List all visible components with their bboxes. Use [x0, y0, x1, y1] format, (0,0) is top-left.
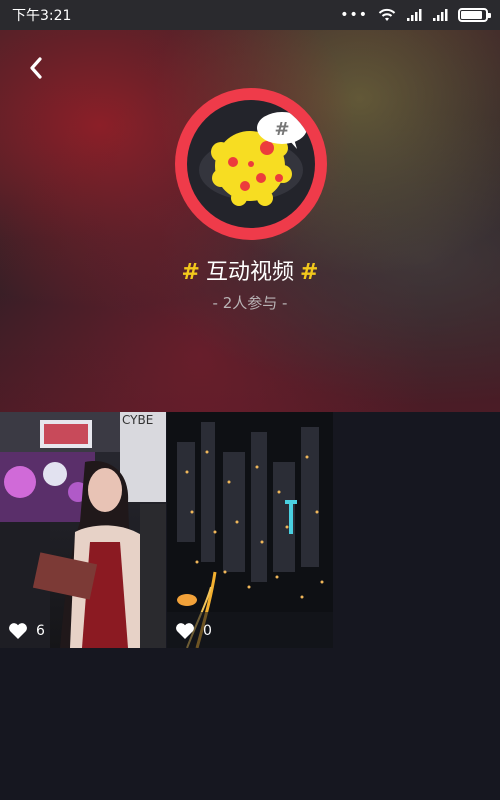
heart-icon [176, 623, 194, 639]
more-dots: ••• [340, 7, 368, 23]
back-button[interactable] [18, 50, 54, 86]
svg-text:CYBE: CYBE [122, 413, 153, 427]
like-counter: 6 [8, 622, 45, 640]
video-tile[interactable]: 0 [167, 412, 333, 648]
like-counter: 0 [175, 622, 212, 640]
heart-icon [9, 623, 27, 639]
video-grid: CYBE 6 0 [0, 412, 333, 648]
hash-left: # [181, 260, 200, 285]
wifi-icon [378, 8, 396, 22]
video-thumbnail: CYBE [0, 412, 166, 648]
topic-header: # # 互动视频 # - 2人参与 - [0, 30, 500, 412]
like-count: 6 [36, 623, 45, 639]
signal-icon [432, 8, 448, 22]
topic-title: # 互动视频 # [0, 254, 500, 286]
signal-icon [406, 8, 422, 22]
video-thumbnail [167, 412, 333, 648]
like-count: 0 [203, 623, 212, 639]
hash-right: # [300, 260, 319, 285]
svg-text:#: # [274, 119, 289, 140]
video-tile[interactable]: CYBE 6 [0, 412, 166, 648]
avatar-inner: # [187, 100, 315, 228]
participant-count: - 2人参与 - [212, 294, 288, 312]
hashtag-bubble-icon: # [257, 112, 307, 149]
status-time: 下午3:21 [12, 8, 72, 24]
avatar-ring: # [175, 88, 327, 240]
back-chevron-icon [30, 57, 42, 79]
status-icons: ••• [340, 7, 491, 23]
battery-icon [458, 8, 491, 22]
topic-name: 互动视频 [205, 260, 294, 285]
status-bar: 下午3:21 ••• [0, 0, 500, 30]
topic-avatar: # [175, 88, 327, 240]
topic-screen: 下午3:21 ••• # # 互动视频 # - 2人参与 - CYBE 6 0 [0, 0, 500, 800]
